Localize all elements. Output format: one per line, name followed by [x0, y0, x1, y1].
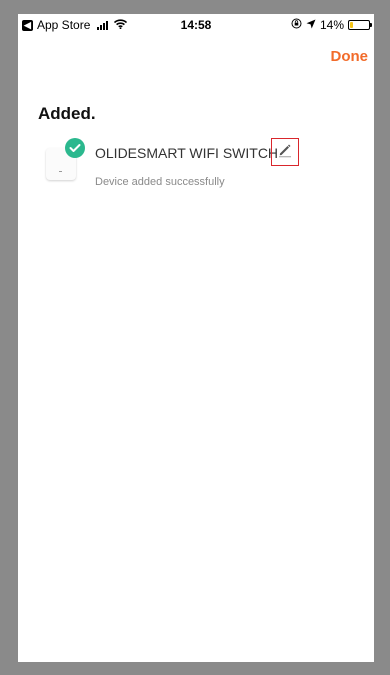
location-arrow-icon [306, 18, 316, 32]
done-button[interactable]: Done [331, 48, 369, 65]
device-thumbnail-led [59, 171, 62, 172]
device-status: Device added successfully [95, 176, 225, 188]
edit-name-button[interactable] [271, 138, 299, 166]
orientation-lock-icon [291, 18, 302, 32]
status-bar-right: 14% [291, 18, 372, 32]
page-title: Added. [38, 104, 96, 123]
status-bar: ◀ App Store 14:58 14% [18, 14, 374, 36]
device-name: OLIDESMART WIFI SWITCH [95, 145, 279, 161]
battery-icon [348, 20, 372, 30]
check-icon [65, 138, 85, 158]
app-screen: ◀ App Store 14:58 14% Done Added. OLIDES… [18, 14, 374, 662]
battery-cap [370, 23, 372, 27]
battery-level-fill [350, 22, 353, 28]
pencil-icon [277, 142, 293, 163]
device-list-item: OLIDESMART WIFI SWITCH Device added succ… [46, 138, 366, 198]
device-frame: ◀ App Store 14:58 14% Done Added. OLIDES… [0, 0, 390, 675]
battery-percent: 14% [319, 18, 344, 32]
